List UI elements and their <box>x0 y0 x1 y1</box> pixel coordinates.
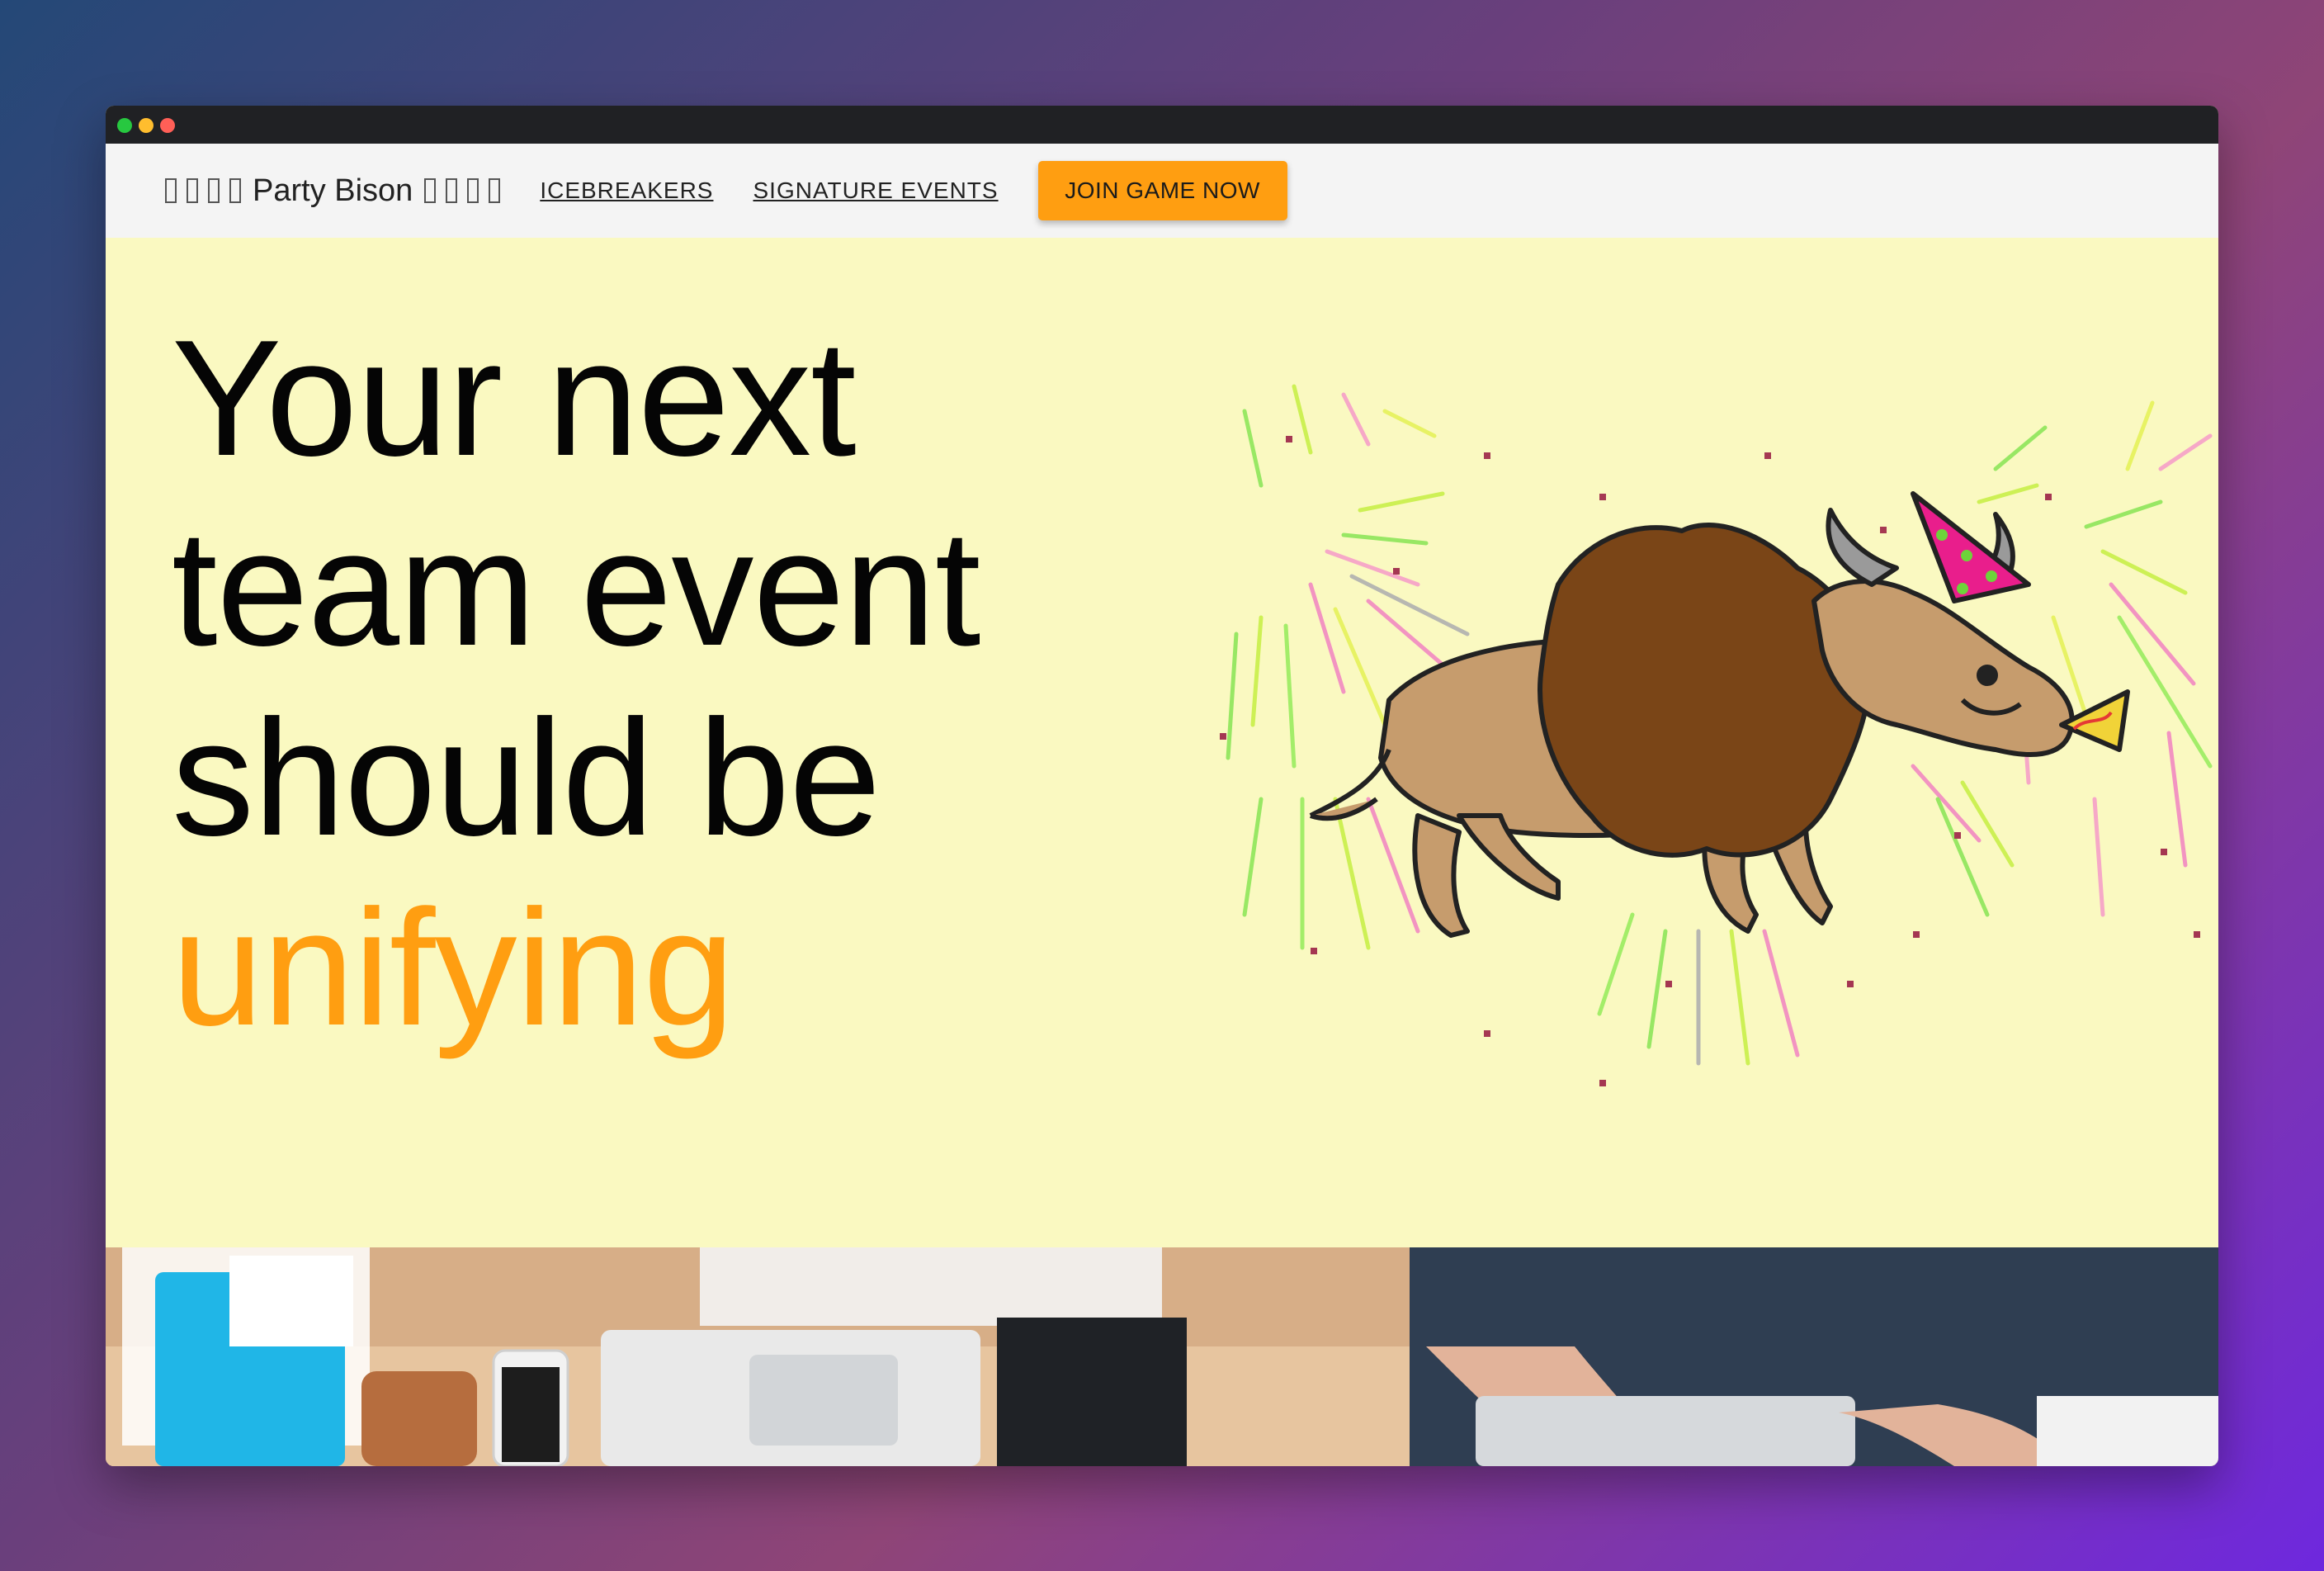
brand-name: Party Bison <box>253 173 413 208</box>
browser-window: Party Bison ICEBREAKERS SIGNATURE EVENTS… <box>106 106 2218 1466</box>
headline-line: should be <box>172 686 881 870</box>
nav-link-signature-events[interactable]: SIGNATURE EVENTS <box>753 177 998 204</box>
window-maximize-button[interactable] <box>117 118 132 133</box>
nav-link-icebreakers[interactable]: ICEBREAKERS <box>540 177 713 204</box>
desk-photo-illustration <box>106 1247 2218 1466</box>
glyph-box-icon <box>208 178 220 203</box>
glyph-box-icon <box>165 178 177 203</box>
hero-photo-strip <box>106 1247 2218 1466</box>
window-close-button[interactable] <box>160 118 175 133</box>
brand-glyphs-right <box>424 178 501 203</box>
headline-line: team event <box>172 496 980 680</box>
hero-headline: Your next team event should be unifying <box>172 304 980 1063</box>
brand-glyphs-left <box>165 178 241 203</box>
window-minimize-button[interactable] <box>139 118 154 133</box>
brand-logo[interactable]: Party Bison <box>165 173 501 209</box>
glyph-box-icon <box>446 178 458 203</box>
window-titlebar <box>106 106 2218 144</box>
headline-line: Your next <box>172 306 857 490</box>
join-game-now-button[interactable]: JOIN GAME NOW <box>1037 161 1287 220</box>
glyph-box-icon <box>489 178 501 203</box>
site-navbar: Party Bison ICEBREAKERS SIGNATURE EVENTS… <box>106 144 2218 238</box>
hero-section: Your next team event should be unifying <box>106 238 2218 1247</box>
glyph-box-icon <box>424 178 437 203</box>
party-bison-illustration <box>1220 384 2213 1086</box>
glyph-box-icon <box>229 178 241 203</box>
glyph-box-icon <box>467 178 479 203</box>
headline-highlight-word: unifying <box>172 876 735 1060</box>
bison-drawing <box>1309 491 2130 938</box>
glyph-box-icon <box>187 178 198 203</box>
